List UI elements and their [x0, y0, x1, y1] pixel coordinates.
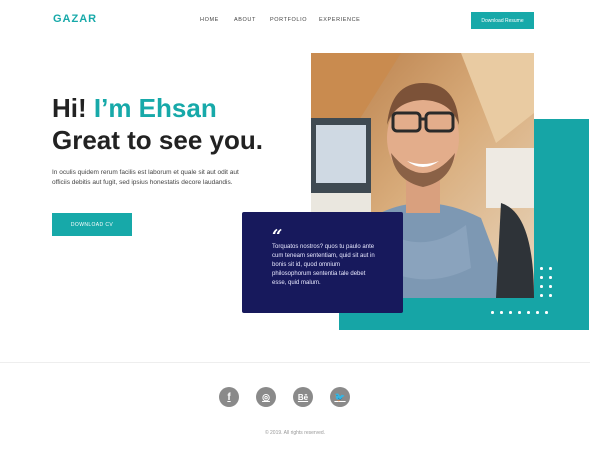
copyright-text: © 2019. All rights reserved.	[264, 430, 326, 436]
footer-divider	[0, 362, 590, 363]
hero-description: In oculis quidem rerum facilis est labor…	[52, 169, 239, 186]
download-resume-button[interactable]: Download Resume	[471, 12, 534, 29]
behance-icon[interactable]: Bē	[293, 387, 313, 407]
nav-home[interactable]: HOME	[200, 17, 219, 23]
hero-greeting: Hi! I’m Ehsan	[52, 93, 217, 124]
hero-name: I’m Ehsan	[93, 93, 217, 123]
testimonial-text: Torquatos nostros? quos tu paulo ante cu…	[272, 244, 375, 286]
dribbble-icon[interactable]: ◎	[256, 387, 276, 407]
hero-subtitle: Great to see you.	[52, 125, 263, 155]
greeting-prefix: Hi!	[52, 93, 94, 123]
nav-experience[interactable]: EXPERIENCE	[319, 17, 360, 23]
site-logo[interactable]: GAZAR	[53, 13, 97, 25]
testimonial-card: “ Torquatos nostros? quos tu paulo ante …	[242, 212, 403, 313]
nav-portfolio[interactable]: PORTFOLIO	[270, 17, 307, 23]
nav-about[interactable]: ABOUT	[234, 17, 256, 23]
download-cv-button[interactable]: DOWNLOAD CV	[52, 213, 132, 236]
facebook-icon[interactable]: f	[219, 387, 239, 407]
twitter-icon[interactable]: 🐦	[330, 387, 350, 407]
